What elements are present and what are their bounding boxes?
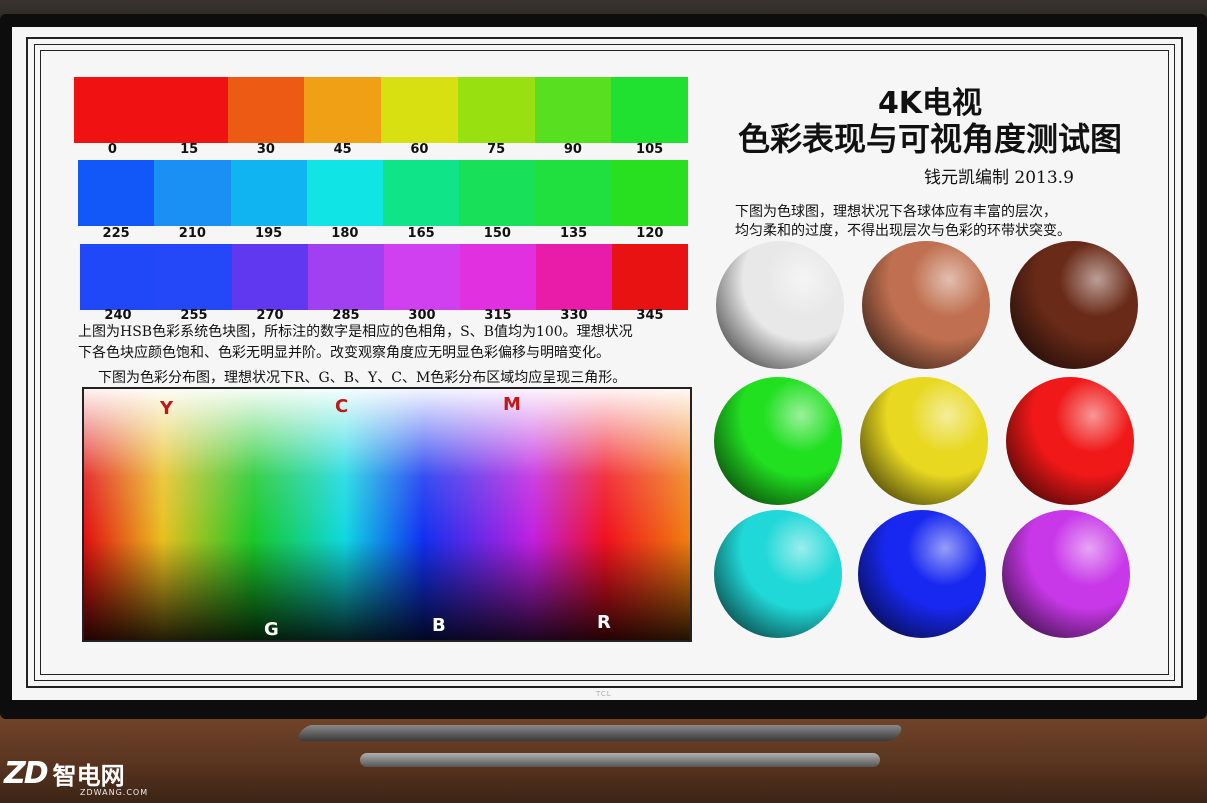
hue-labels-1: 0 15 30 45 60 75 90 105: [74, 142, 688, 157]
tv-stand: [295, 705, 905, 790]
brown-sphere: [1010, 241, 1138, 369]
hue-strip-1: [74, 77, 688, 143]
hue-swatch-345: [612, 244, 688, 310]
red-sphere: [1006, 377, 1134, 505]
watermark-name: 智电网: [52, 762, 125, 790]
hue-swatch-210: [154, 160, 231, 226]
hue-label: 135: [560, 226, 588, 241]
tv-brand-logo: TCL: [596, 690, 612, 698]
hsb-description: 上图为HSB色彩系统色块图，所标注的数字是相应的色相角，S、B值均为100。理想…: [78, 322, 633, 364]
hue-swatch-285: [308, 244, 384, 310]
hue-label: 75: [487, 142, 506, 157]
hue-label: 150: [483, 226, 511, 241]
hue-swatch-0: [74, 77, 151, 143]
hue-label: 255: [180, 308, 208, 323]
white-sphere: [716, 241, 844, 369]
hue-strip-3: [80, 244, 688, 310]
hue-label: 30: [256, 142, 275, 157]
distribution-description: 下图为色彩分布图，理想状况下R、G、B、Y、C、M色彩分布区域均应呈现三角形。: [98, 370, 627, 386]
hue-swatch-150: [459, 160, 536, 226]
hue-label: 285: [332, 308, 360, 323]
hue-swatch-15: [150, 77, 228, 143]
hue-label: 45: [333, 142, 352, 157]
hue-swatch-165: [383, 160, 460, 226]
green-sphere: [714, 377, 842, 505]
hue-label: 0: [107, 142, 117, 157]
hue-label: 120: [636, 226, 664, 241]
sphere-description: 下图为色球图，理想状况下各球体应有丰富的层次， 均匀柔和的过度，不得出现层次与色…: [735, 203, 1071, 241]
hue-swatch-90: [534, 77, 612, 143]
watermark-url: ZDWANG.COM: [80, 788, 149, 797]
hue-labels-2: 225 210 195 180 165 150 135 120: [78, 226, 688, 241]
author-date: 钱元凯编制 2013.9: [924, 168, 1074, 188]
label-r: R: [597, 612, 611, 633]
watermark-logo: ZD 智电网: [4, 756, 125, 791]
label-g: G: [264, 619, 279, 640]
blue-sphere: [858, 510, 986, 638]
hue-swatch-255: [156, 244, 232, 310]
hue-swatch-60: [381, 77, 458, 143]
hue-label: 345: [636, 308, 664, 323]
hue-swatch-135: [535, 160, 612, 226]
hue-strip-2: [78, 160, 688, 226]
hue-swatch-105: [611, 77, 688, 143]
purple-sphere: [1002, 510, 1130, 638]
hue-swatch-195: [230, 160, 307, 226]
hue-label: 90: [563, 142, 582, 157]
hue-labels-3: 240 255 270 285 300 315 330 345: [80, 308, 688, 323]
label-b: B: [432, 615, 446, 636]
hsb-line-1: 上图为HSB色彩系统色块图，所标注的数字是相应的色相角，S、B值均为100。理想…: [78, 324, 633, 340]
hue-label: 270: [256, 308, 284, 323]
hue-label: 180: [331, 226, 359, 241]
label-y: Y: [160, 398, 174, 419]
hue-label: 15: [180, 142, 199, 157]
hue-label: 330: [560, 308, 588, 323]
hsb-line-2: 下各色块应颜色饱和、色彩无明显并阶。改变观察角度应无明显色彩偏移与明暗变化。: [78, 345, 610, 361]
hue-swatch-315: [460, 244, 536, 310]
hue-label: 210: [178, 226, 206, 241]
hue-label: 165: [407, 226, 435, 241]
label-m: M: [503, 394, 521, 415]
hue-swatch-30: [227, 77, 305, 143]
hue-swatch-180: [306, 160, 383, 226]
skin-sphere: [862, 241, 990, 369]
hue-label: 105: [636, 142, 664, 157]
hue-swatch-225: [78, 160, 155, 226]
hue-swatch-330: [536, 244, 612, 310]
cyan-sphere: [714, 510, 842, 638]
hue-swatch-120: [611, 160, 688, 226]
label-c: C: [335, 396, 349, 417]
hue-swatch-300: [384, 244, 460, 310]
sphere-line-2: 均匀柔和的过度，不得出现层次与色彩的环带状突变。: [735, 223, 1071, 239]
hue-swatch-75: [457, 77, 535, 143]
hue-swatch-240: [80, 244, 156, 310]
color-distribution-chart: [82, 387, 692, 642]
hue-swatch-45: [304, 77, 381, 143]
watermark-zd: ZD: [4, 756, 49, 791]
yellow-sphere: [860, 377, 988, 505]
stand-bar-top: [295, 725, 905, 741]
sphere-line-1: 下图为色球图，理想状况下各球体应有丰富的层次，: [735, 204, 1057, 220]
hue-label: 60: [410, 142, 429, 157]
title-line-2: 色彩表现与可视角度测试图: [737, 120, 1122, 158]
hue-label: 315: [484, 308, 512, 323]
hue-label: 240: [104, 308, 132, 323]
hue-swatch-270: [232, 244, 308, 310]
hue-label: 300: [408, 308, 436, 323]
stand-bar-bottom: [360, 753, 880, 767]
hue-label: 225: [102, 226, 130, 241]
hue-label: 195: [255, 226, 283, 241]
